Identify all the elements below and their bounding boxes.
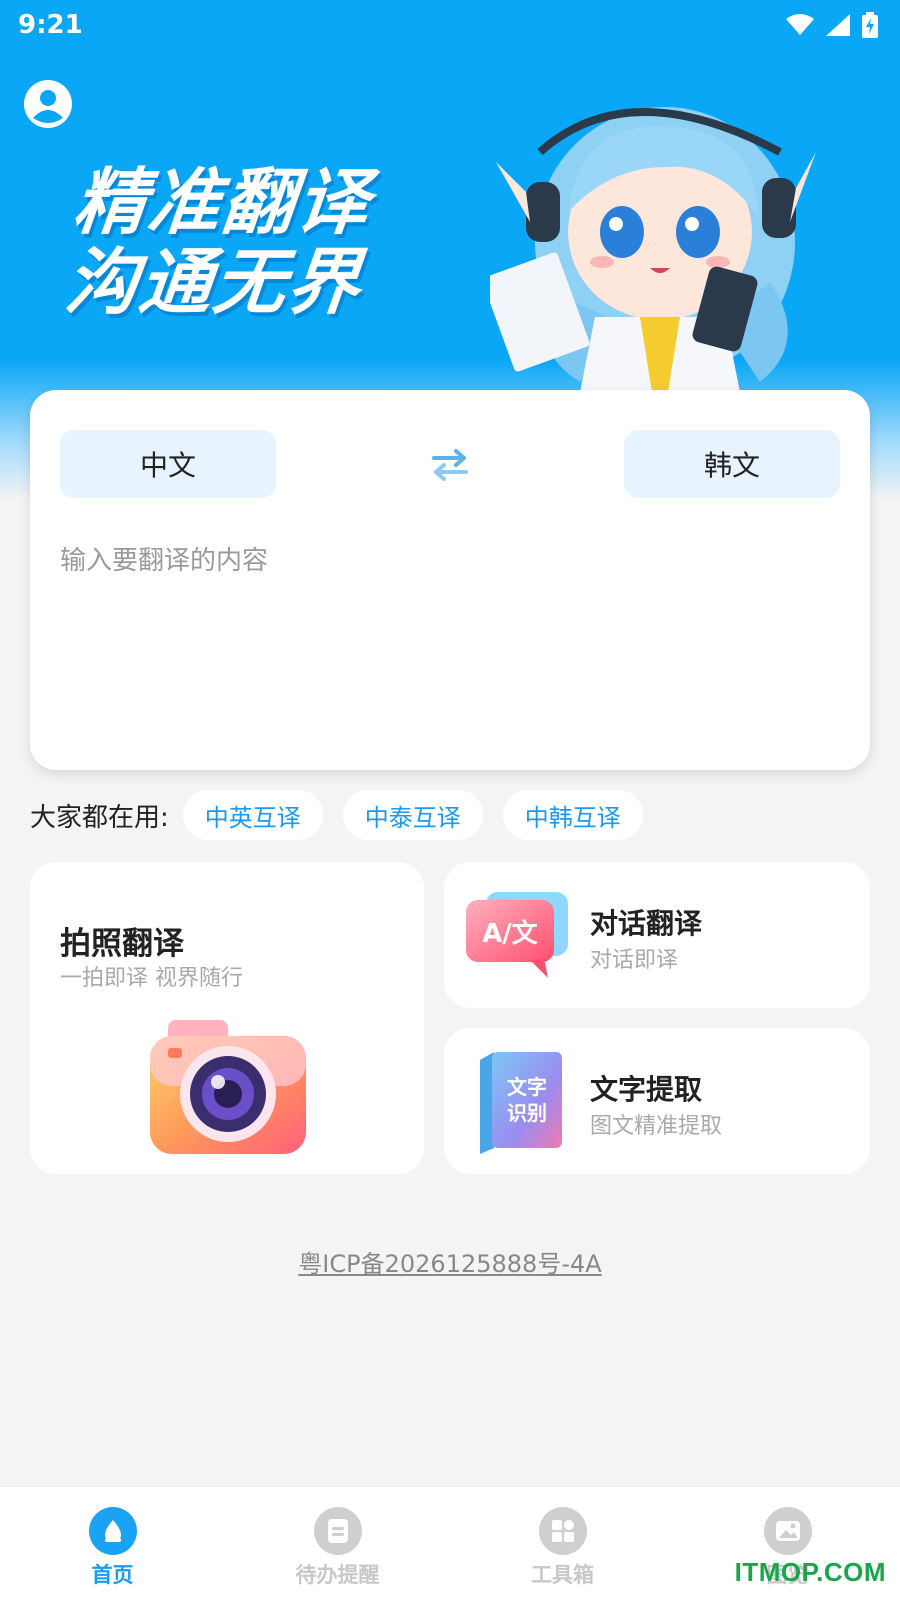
target-language-button[interactable]: 韩文: [624, 430, 840, 498]
hero-slogan: 精准翻译 沟通无界: [61, 160, 375, 324]
todo-icon: [313, 1507, 362, 1555]
popular-label: 大家都在用:: [30, 802, 169, 833]
dialog-icon-text: A/文: [482, 918, 539, 949]
icp-license-link[interactable]: 粤ICP备2026125888号-4A: [0, 1244, 900, 1279]
nav-todo-label: 待办提醒: [295, 1563, 380, 1587]
camera-icon: [150, 1020, 306, 1154]
dialog-translate-icon: A/文: [466, 892, 568, 978]
nav-home-label: 首页: [91, 1563, 134, 1587]
photo-translate-subtitle: 一拍即译 视界随行: [60, 966, 243, 991]
nav-todo[interactable]: 待办提醒: [225, 1487, 450, 1600]
dialog-translate-title: 对话翻译: [590, 907, 703, 940]
user-icon: [26, 82, 70, 126]
mascot-illustration: [490, 107, 816, 392]
nav-toolbox[interactable]: 工具箱: [450, 1487, 675, 1600]
cellular-signal-icon: [826, 14, 850, 36]
profile-avatar-button[interactable]: [24, 80, 72, 128]
wifi-icon: [786, 14, 814, 35]
slogan-line-1: 精准翻译: [69, 160, 375, 244]
site-watermark: ITMOP.COM: [734, 1557, 886, 1587]
photo-translate-title: 拍照翻译: [60, 926, 184, 962]
home-icon: [88, 1507, 137, 1555]
status-bar: 9:21: [0, 0, 900, 50]
translation-input[interactable]: [60, 540, 840, 740]
text-extract-title: 文字提取: [590, 1073, 703, 1106]
slogan-line-2: 沟通无界: [61, 240, 367, 324]
popular-pairs-row: 大家都在用: 中英互译 中泰互译 中韩互译: [30, 790, 663, 840]
text-recognition-icon: 文字 识别: [480, 1052, 562, 1154]
ocr-icon-text-2: 识别: [507, 1101, 547, 1125]
source-language-button[interactable]: 中文: [60, 430, 276, 498]
toolbox-icon: [538, 1507, 587, 1555]
gallery-icon: [763, 1507, 812, 1555]
photo-translate-card[interactable]: 拍照翻译 一拍即译 视界随行: [30, 862, 424, 1174]
text-extract-card[interactable]: 文字 识别 文字提取 图文精准提取: [444, 1028, 870, 1174]
chip-zh-ko[interactable]: 中韩互译: [502, 790, 643, 840]
swap-languages-icon[interactable]: [430, 448, 470, 482]
dialog-translate-subtitle: 对话即译: [590, 948, 679, 973]
status-icons: [786, 12, 878, 38]
bottom-navigation: 首页 待办提醒 工具箱 图览 ITMOP.COM: [0, 1486, 900, 1600]
ocr-icon-text-1: 文字: [507, 1075, 547, 1099]
nav-toolbox-label: 工具箱: [531, 1563, 594, 1587]
battery-icon: [862, 12, 878, 38]
chip-zh-en[interactable]: 中英互译: [182, 790, 323, 840]
translator-card: 中文 韩文: [30, 390, 870, 770]
dialog-translate-card[interactable]: A/文 对话翻译 对话即译: [444, 862, 870, 1008]
text-extract-subtitle: 图文精准提取: [590, 1114, 723, 1139]
chip-zh-th[interactable]: 中泰互译: [342, 790, 483, 840]
status-time: 9:21: [18, 10, 83, 40]
nav-home[interactable]: 首页: [0, 1487, 225, 1600]
